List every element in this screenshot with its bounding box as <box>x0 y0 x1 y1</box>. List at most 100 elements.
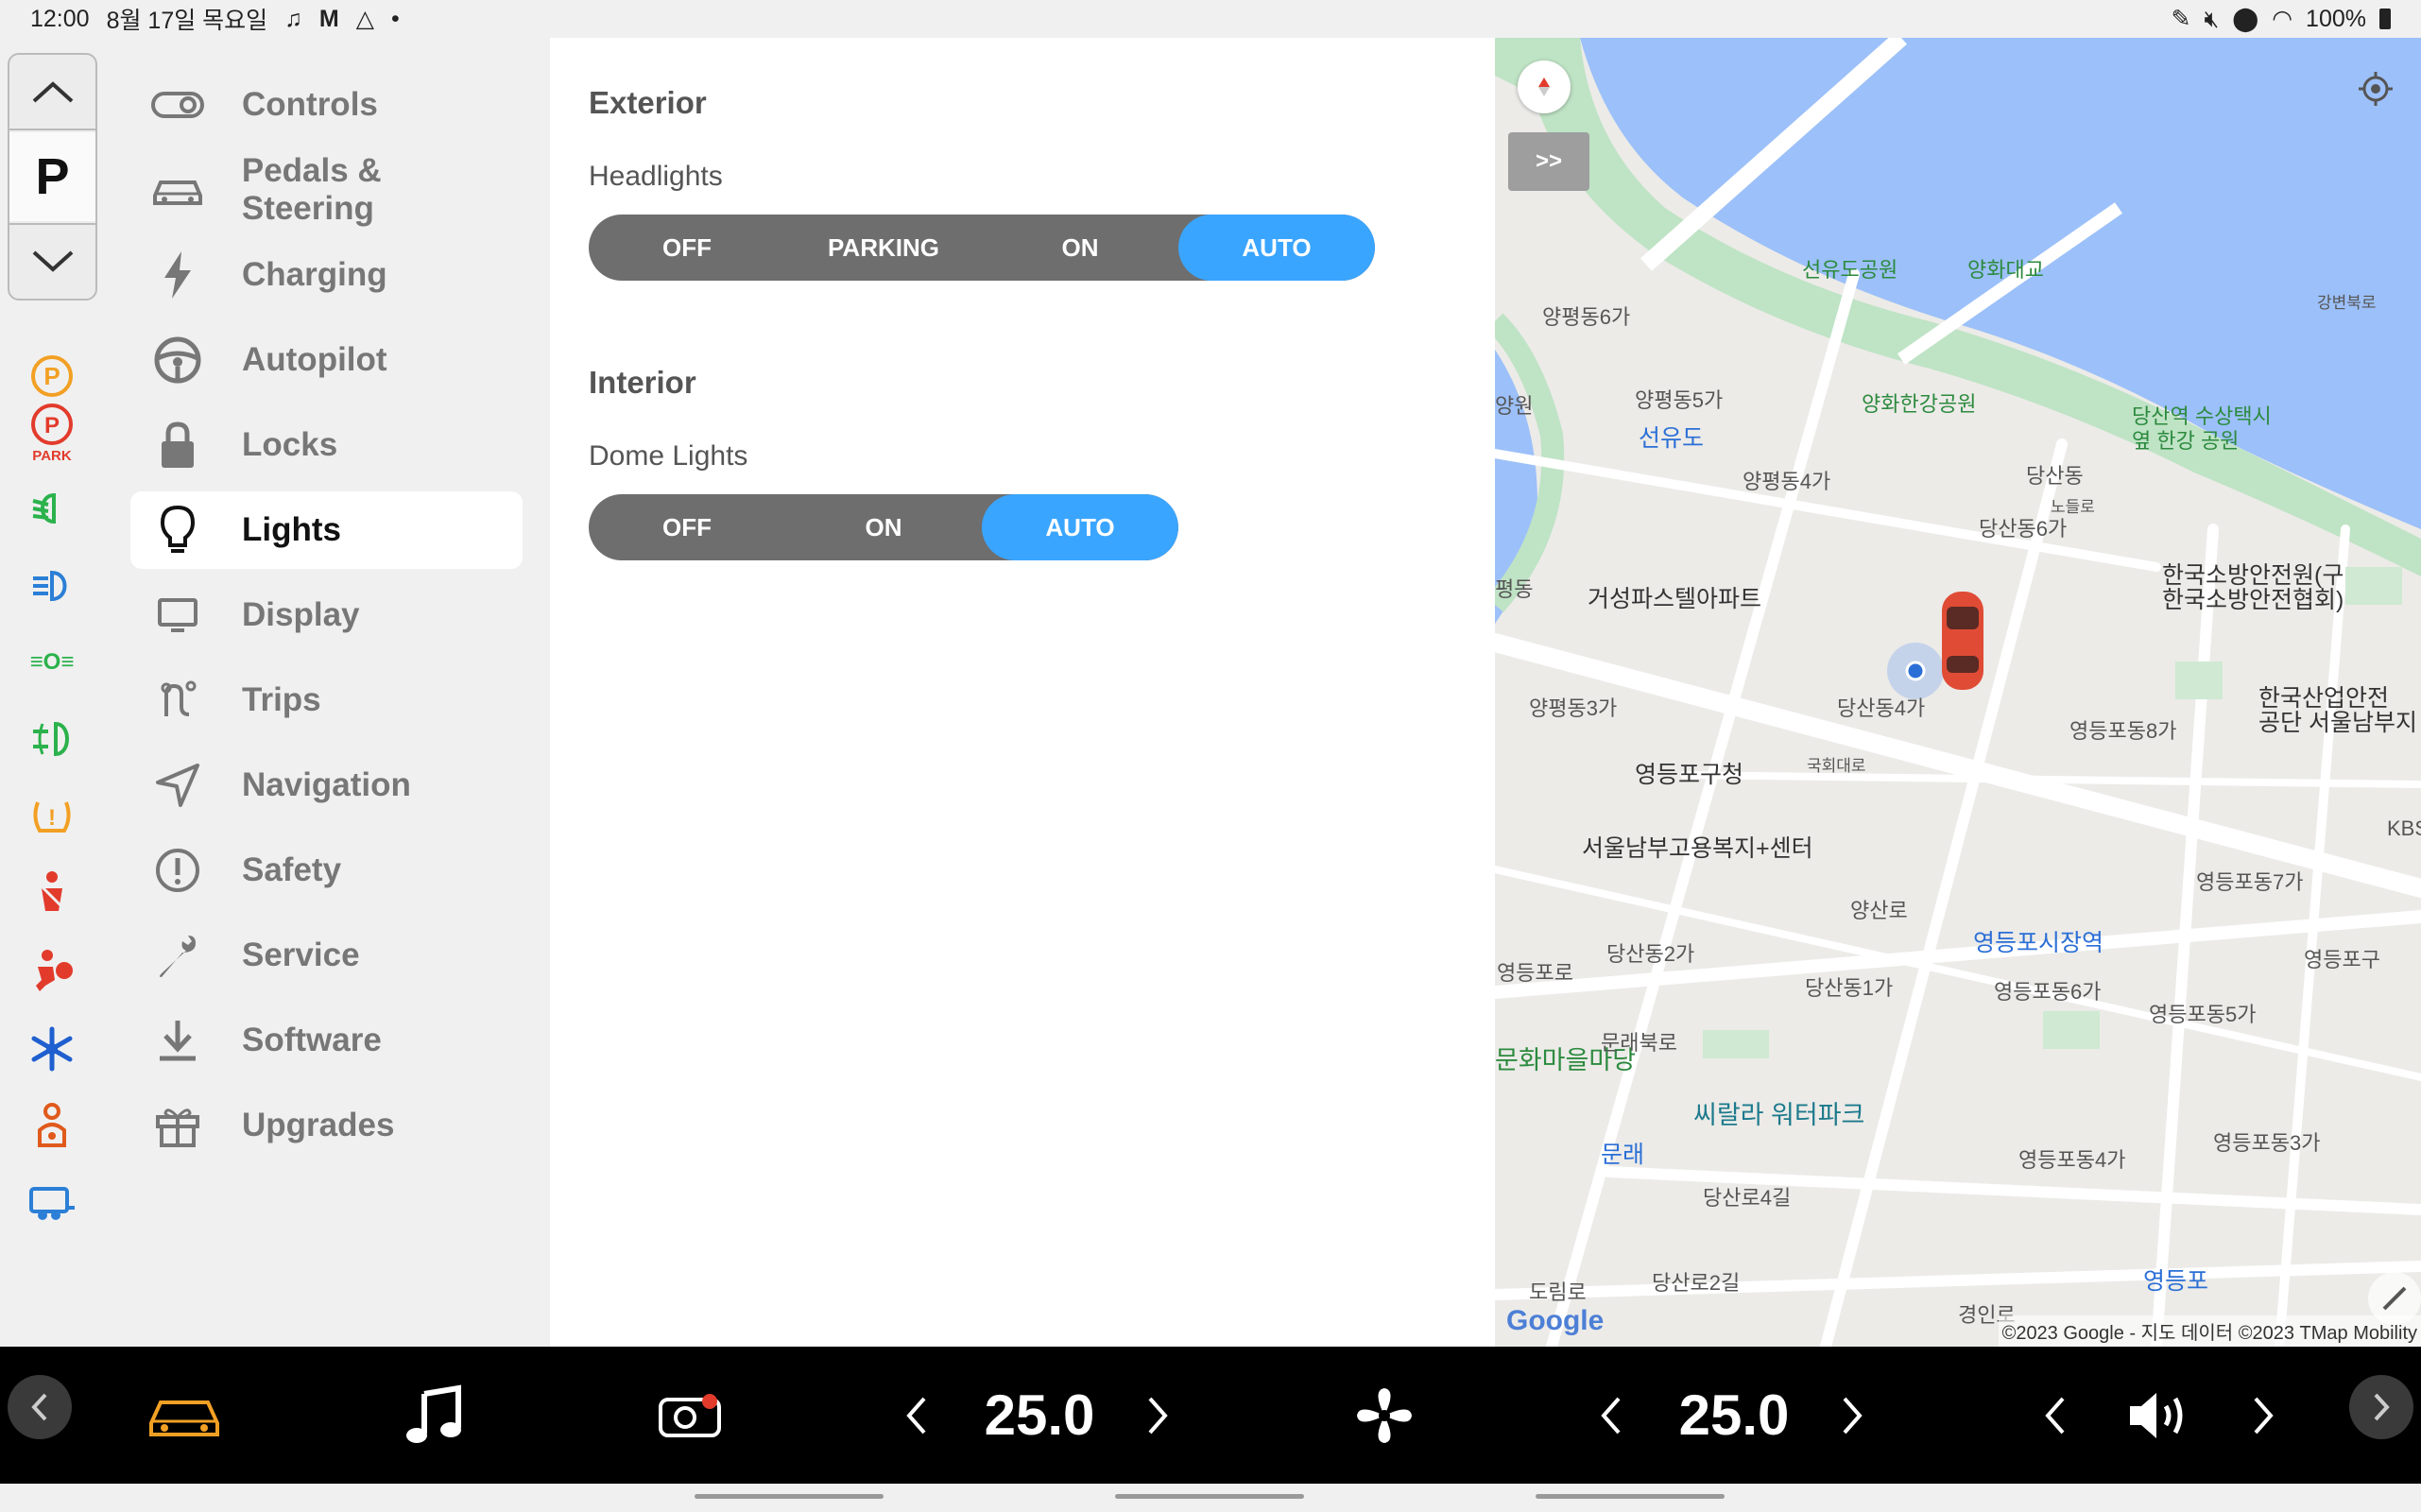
fog-light-icon <box>26 713 78 765</box>
side-lights-icon: ≡O≡ <box>26 635 78 688</box>
menu-item-display[interactable]: Display <box>130 576 523 654</box>
headlights-off-option[interactable]: OFF <box>589 215 785 281</box>
speaker-icon <box>2130 1392 2183 1438</box>
menu-item-trips[interactable]: Trips <box>130 662 523 739</box>
nav-handle[interactable] <box>1536 1494 1725 1499</box>
fan-button[interactable] <box>1342 1347 1427 1484</box>
headlights-parking-option[interactable]: PARKING <box>785 215 982 281</box>
map-label-ydp-market: 영등포시장역 <box>1973 930 2104 956</box>
route-icon <box>130 679 225 722</box>
dome-off-option[interactable]: OFF <box>589 494 785 560</box>
status-time: 12:00 <box>30 5 90 32</box>
menu-label: Service <box>242 936 360 973</box>
menu-item-upgrades[interactable]: Upgrades <box>130 1087 523 1164</box>
google-logo: Google <box>1506 1305 1605 1336</box>
dome-auto-option[interactable]: AUTO <box>982 494 1178 560</box>
right-temp-down-button[interactable] <box>1583 1347 1640 1484</box>
menu-item-lights[interactable]: Lights <box>130 491 523 569</box>
lights-settings-panel: Exterior Headlights OFF PARKING ON AUTO … <box>550 38 1495 1347</box>
menu-label: Autopilot <box>242 341 387 378</box>
map-label-fire-institute: 한국소방안전원(구 한국소방안전협회) <box>2162 562 2344 613</box>
map-label-yangpyeong4: 양평동4가 <box>1743 470 1831 493</box>
volume-button[interactable] <box>2117 1347 2202 1484</box>
battery-percent: 100% <box>2306 5 2366 32</box>
menu-item-controls[interactable]: Controls <box>130 66 523 144</box>
map-label-seonyudo-station: 선유도 <box>1639 425 1705 452</box>
gear-up-button[interactable] <box>9 55 95 130</box>
gift-icon <box>130 1102 225 1149</box>
monitor-icon <box>130 596 225 634</box>
menu-label: Navigation <box>242 766 411 803</box>
dome-lights-label: Dome Lights <box>589 440 748 472</box>
map-label-sillala: 씨랄라 워터파크 <box>1693 1101 1865 1129</box>
menu-item-autopilot[interactable]: Autopilot <box>130 321 523 399</box>
map-label-yangsan-ro: 양산로 <box>1850 899 1908 922</box>
car-button[interactable] <box>132 1347 236 1484</box>
map-label-pyeongdong: 평동 <box>1495 577 1534 601</box>
chevron-right-icon <box>1843 1397 1863 1434</box>
menu-item-service[interactable]: Service <box>130 917 523 994</box>
nav-handle[interactable] <box>695 1494 884 1499</box>
music-note-icon: ♫ <box>284 5 302 32</box>
chevron-left-icon <box>31 1393 47 1421</box>
menu-label: Lights <box>242 511 341 548</box>
bottom-right-arrow-button[interactable] <box>2349 1375 2413 1439</box>
headlights-on-option[interactable]: ON <box>982 215 1178 281</box>
battery-icon <box>2379 9 2391 29</box>
map-label-seonyudo-park: 선유도공원 <box>1802 258 1898 282</box>
exterior-title: Exterior <box>589 85 707 120</box>
mute-icon: 🔇︎ <box>2204 5 2220 32</box>
status-bar: 12:00 8월 17일 목요일 ♫ M △ • ✎ 🔇︎ ⬤ ◠ 100% <box>0 0 2421 38</box>
compass-button[interactable] <box>1518 60 1571 113</box>
map-label-dangsan2: 당산동2가 <box>1606 942 1695 966</box>
pencil-icon <box>2382 1286 2407 1311</box>
menu-item-software[interactable]: Software <box>130 1002 523 1079</box>
right-temperature: 25.0 <box>1678 1383 1790 1447</box>
chevron-left-icon <box>2045 1397 2065 1434</box>
volume-up-button[interactable] <box>2235 1347 2292 1484</box>
svg-text:PARK: PARK <box>32 448 72 464</box>
expand-map-button[interactable]: >> <box>1508 132 1589 191</box>
pen-icon: ✎ <box>2171 6 2191 32</box>
map-label-ydpdong4: 영등포동4가 <box>2018 1148 2126 1172</box>
lightning-icon <box>130 249 225 301</box>
dashcam-button[interactable] <box>643 1347 737 1484</box>
map-label-dangsan1: 당산동1가 <box>1805 976 1894 1000</box>
gear-down-button[interactable] <box>9 223 95 299</box>
map-label-geoseong-apt: 거성파스텔아파트 <box>1588 586 1762 612</box>
gmail-icon: M <box>318 5 339 32</box>
settings-menu: Controls Pedals & Steering Charging Auto… <box>104 38 550 1347</box>
right-temp-up-button[interactable] <box>1824 1347 1880 1484</box>
parking-light-icon: P <box>26 350 78 403</box>
menu-label: Software <box>242 1022 382 1058</box>
chevron-down-icon <box>32 250 73 272</box>
volume-down-button[interactable] <box>2027 1347 2084 1484</box>
chevron-right-icon <box>1148 1397 1168 1434</box>
menu-item-charging[interactable]: Charging <box>130 236 523 314</box>
dome-on-option[interactable]: ON <box>785 494 982 560</box>
left-temp-up-button[interactable] <box>1129 1347 1186 1484</box>
menu-item-safety[interactable]: Safety <box>130 832 523 909</box>
crosshair-icon <box>2359 72 2393 106</box>
bottom-left-arrow-button[interactable] <box>8 1375 72 1439</box>
headlights-auto-option[interactable]: AUTO <box>1178 215 1375 281</box>
music-button[interactable] <box>387 1347 482 1484</box>
menu-item-locks[interactable]: Locks <box>130 406 523 484</box>
bottom-control-bar: 25.0 25.0 <box>0 1347 2421 1484</box>
car-icon <box>149 1400 219 1436</box>
recenter-button[interactable] <box>2347 60 2404 117</box>
telltale-column: P P P PARK ≡O≡ ! <box>0 38 104 1347</box>
nav-handle[interactable] <box>1115 1494 1304 1499</box>
left-temp-down-button[interactable] <box>888 1347 945 1484</box>
menu-item-navigation[interactable]: Navigation <box>130 747 523 824</box>
map-view[interactable]: >> 선유도공원 양화대교 양화한강공원 당산역 수상택시 옆 한강 공원 선유… <box>1495 38 2421 1347</box>
map-label-yangpyeong5: 양평동5가 <box>1635 388 1724 412</box>
low-beam-icon <box>26 482 78 535</box>
dome-lights-segmented-control: OFF ON AUTO <box>589 494 1178 560</box>
map-label-dangsan-ro2: 당산로2길 <box>1652 1271 1741 1295</box>
map-label-ydp-office: 영등포구청 <box>1635 762 1744 788</box>
svg-text:!: ! <box>48 805 56 831</box>
map-label-ydpdong3: 영등포동3가 <box>2213 1131 2321 1155</box>
menu-item-pedals-steering[interactable]: Pedals & Steering <box>130 151 523 229</box>
map-attribution: ©2023 Google - 지도 데이터 ©2023 TMap Mobilit… <box>1998 1315 2421 1347</box>
